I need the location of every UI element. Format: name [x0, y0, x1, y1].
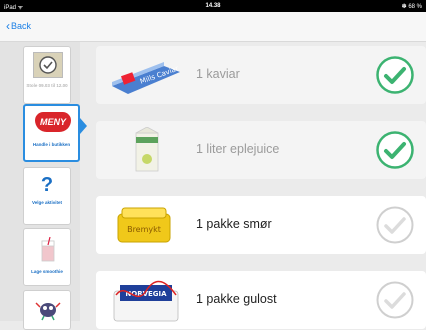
status-bar: iPad ᯤ 14.38 ✽ 68 %: [0, 0, 426, 12]
checkmark-pending-icon[interactable]: [375, 205, 415, 245]
sidebar-item-label: Velge aktivitet: [31, 200, 62, 205]
chevron-left-icon: ‹: [6, 18, 10, 33]
butter-brand-text: Bremykt: [127, 225, 161, 234]
checkmark-done-icon[interactable]: [375, 55, 415, 95]
sidebar-item-label: Stole 09.03 til 12.00: [26, 83, 68, 88]
check-icon: [33, 52, 63, 78]
sidebar-item-label: Lage smoothie: [31, 269, 63, 274]
active-indicator-arrow: [80, 118, 87, 134]
cheese-product-image: NORVEGIA: [106, 277, 186, 323]
sidebar-item-label: Handle i butikken: [32, 142, 71, 147]
navigation-bar: ‹ Back: [0, 12, 426, 42]
shopping-item-row[interactable]: 1 liter eplejuice: [96, 121, 426, 179]
creature-icon: [35, 297, 61, 321]
item-text: 1 pakke gulost: [196, 292, 277, 306]
shopping-item-row[interactable]: NORVEGIA 1 pakke gulost: [96, 271, 426, 329]
item-text: 1 kaviar: [196, 67, 240, 81]
smoothie-glass-icon: [38, 236, 58, 263]
item-text: 1 liter eplejuice: [196, 142, 280, 156]
clock: 14.38: [205, 3, 221, 9]
item-text: 1 pakke smør: [196, 217, 272, 231]
back-label: Back: [11, 21, 32, 31]
battery-text: ✽ 68 %: [401, 4, 422, 10]
sidebar-item-creature[interactable]: [23, 290, 71, 330]
question-mark-icon: ?: [40, 174, 54, 196]
meny-logo: MENY: [35, 112, 71, 132]
apple-juice-product-image: [106, 126, 186, 173]
shopping-item-row[interactable]: Mills Caviar 1 kaviar: [96, 46, 426, 104]
butter-product-image: Bremykt: [106, 202, 186, 248]
sidebar-item-smoothie[interactable]: Lage smoothie: [23, 228, 71, 286]
sidebar-item-stole[interactable]: Stole 09.03 til 12.00: [23, 46, 71, 104]
checkmark-pending-icon[interactable]: [375, 280, 415, 320]
shopping-item-row[interactable]: Bremykt 1 pakke smør: [96, 196, 426, 254]
back-button[interactable]: ‹ Back: [6, 18, 32, 33]
meny-logo-text: MENY: [39, 117, 66, 127]
sidebar-item-velge[interactable]: ? Velge aktivitet: [23, 167, 71, 225]
sidebar-item-handle[interactable]: MENY Handle i butikken: [23, 104, 80, 162]
checkmark-done-icon[interactable]: [375, 130, 415, 170]
caviar-product-image: Mills Caviar: [106, 52, 186, 98]
activity-sidebar: Stole 09.03 til 12.00 MENY Handle i buti…: [0, 42, 80, 330]
